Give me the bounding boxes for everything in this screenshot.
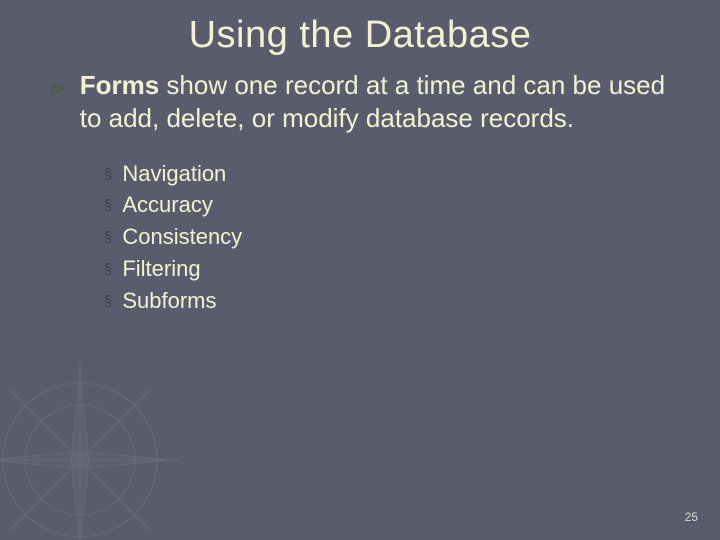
list-item: § Subforms — [104, 285, 674, 317]
sub-bullet-list: § Navigation § Accuracy § Consistency § … — [46, 158, 674, 317]
list-item: § Accuracy — [104, 189, 674, 221]
slide-body: ► Forms show one record at a time and ca… — [0, 65, 720, 317]
page-number: 25 — [685, 510, 698, 524]
square-bullet-icon: § — [104, 291, 112, 313]
square-bullet-icon: § — [104, 227, 112, 249]
list-item-label: Navigation — [122, 158, 226, 190]
list-item: § Filtering — [104, 253, 674, 285]
slide: Using the Database ► Forms show one reco… — [0, 0, 720, 540]
list-item-label: Consistency — [122, 221, 242, 253]
main-bullet-rest: show one record at a time and can be use… — [80, 70, 665, 133]
square-bullet-icon: § — [104, 164, 112, 186]
square-bullet-icon: § — [104, 195, 112, 217]
list-item-label: Filtering — [122, 253, 200, 285]
decorative-ornament — [0, 350, 190, 540]
list-item: § Consistency — [104, 221, 674, 253]
caret-icon: ► — [46, 71, 72, 104]
main-bullet-strong: Forms — [80, 70, 159, 100]
list-item-label: Accuracy — [122, 189, 212, 221]
list-item-label: Subforms — [122, 285, 216, 317]
list-item: § Navigation — [104, 158, 674, 190]
slide-title: Using the Database — [0, 0, 720, 65]
main-bullet: ► Forms show one record at a time and ca… — [46, 69, 674, 136]
square-bullet-icon: § — [104, 259, 112, 281]
main-bullet-text: Forms show one record at a time and can … — [80, 69, 674, 136]
